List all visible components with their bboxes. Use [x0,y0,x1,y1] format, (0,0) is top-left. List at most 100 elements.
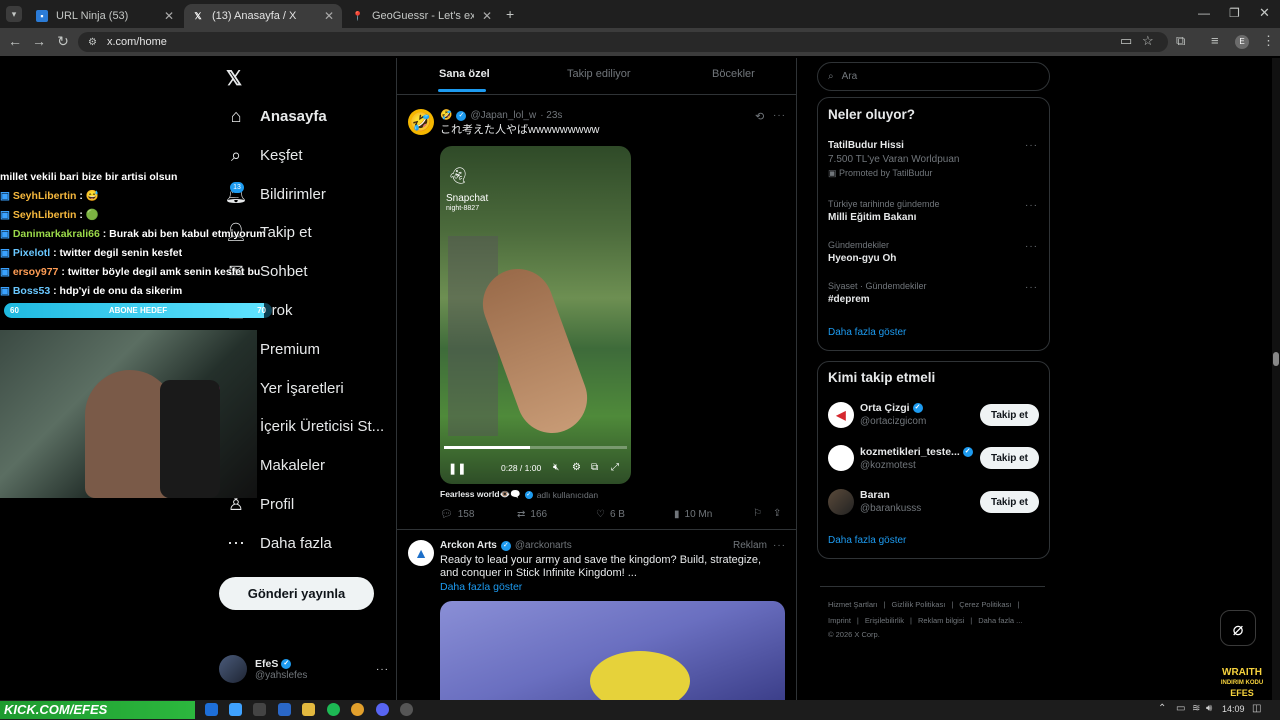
tab-geoguessr[interactable]: 📍 GeoGuessr - Let's explore the w ✕ [344,4,500,28]
trend-item[interactable]: Türkiye tarihinde gündemde Milli Eğitim … [828,199,940,223]
tweet-author-emoji[interactable]: 🤣 [440,110,452,121]
tray-chevron-icon[interactable]: ⌃ [1158,703,1166,714]
reload-icon[interactable]: ↻ [54,33,72,50]
tweet-more-icon[interactable]: ··· [773,110,786,121]
repost-button[interactable]: ⇄ 166 [517,509,547,520]
site-info-icon[interactable]: ⚙ [88,37,97,48]
show-more-link[interactable]: Daha fazla göster [440,581,522,593]
tweet-video[interactable]: 👻︎ Snapchat night-8827 ❚❚ 0:28 / 1:00 🔇︎… [440,146,631,484]
promoted-trend[interactable]: TatilBudur Hissi 7.500 TL'ye Varan World… [828,140,1038,179]
views-button[interactable]: ▮ 10 Mn [674,509,712,520]
nav-home[interactable]: ⌂ Anasayfa [226,106,327,126]
follow-button[interactable]: Takip et [980,491,1039,513]
grok-tweet-icon[interactable]: ⟲ [755,110,764,123]
follow-button[interactable]: Takip et [980,447,1039,469]
ad-image[interactable] [440,601,785,700]
tab-search-icon[interactable]: ▾ [6,6,22,22]
scrollbar-thumb[interactable] [1273,352,1279,366]
video-progress-track[interactable] [444,446,627,449]
edge-icon[interactable] [205,703,218,716]
pip-icon[interactable]: ⧉ [591,462,598,473]
bookmark-star-icon[interactable]: ☆ [1142,33,1154,49]
trend-item[interactable]: Siyaset · Gündemdekiler #deprem [828,281,927,305]
discord-icon[interactable] [376,703,389,716]
mute-icon[interactable]: 🔇︎ [553,462,559,473]
bookmark-tweet-icon[interactable]: ⚐ [753,508,762,519]
wifi-icon[interactable]: ≋ [1192,703,1200,714]
footer-link[interactable]: Reklam bilgisi [918,615,964,627]
account-menu-icon[interactable]: ··· [376,664,389,675]
notifications-icon[interactable]: ◫ [1252,703,1261,714]
follow-avatar[interactable]: ◀ [828,402,854,428]
clock[interactable]: 14:09 [1222,704,1245,714]
arckon-avatar[interactable]: ▲ [408,540,434,566]
post-button[interactable]: Gönderi yayınla [219,577,374,610]
chrome-icon[interactable] [351,703,364,716]
follow-avatar[interactable] [828,445,854,471]
footer-link[interactable]: Gizlilik Politikası [892,599,946,611]
mail-icon[interactable] [278,703,291,716]
new-tab-icon[interactable]: + [506,6,514,22]
footer-link[interactable]: Daha fazla ... [978,615,1022,627]
trend-more-icon[interactable]: ··· [1025,282,1038,293]
fullscreen-icon[interactable]: ⤢ [611,462,619,473]
footer-link[interactable]: Hizmet Şartları [828,599,878,611]
trends-show-more[interactable]: Daha fazla göster [828,327,906,338]
video-source-name[interactable]: Fearless world👁️🗨️ [440,489,521,500]
extensions-icon[interactable]: ⧉ [1176,33,1185,49]
minimize-icon[interactable]: — [1198,6,1210,20]
close-tab-icon[interactable]: ✕ [164,9,174,23]
forward-icon[interactable]: → [30,33,48,49]
account-switcher[interactable]: EfeS ✓ @yahslefes ··· [219,650,389,688]
profile-avatar[interactable]: E [1235,35,1249,49]
settings-icon[interactable]: ⚙ [572,462,581,473]
close-window-icon[interactable]: ✕ [1259,5,1270,21]
tweet-time[interactable]: · 23s [540,110,562,121]
trend-more-icon[interactable]: ··· [1025,241,1038,252]
app-icon[interactable] [229,703,242,716]
x-logo-icon[interactable]: 𝕏 [226,66,242,91]
follow-avatar[interactable] [828,489,854,515]
tab-following[interactable]: Takip ediliyor [567,68,631,80]
tab-bugs[interactable]: Böcekler [712,68,755,80]
follow-suggestion[interactable]: Orta Çizgi ✓ @ortacizgicom [860,402,926,427]
footer-link[interactable]: Erişilebilirlik [865,615,904,627]
address-bar[interactable]: ⚙ x.com/home [78,32,1168,52]
search-input[interactable]: ⌕ Ara [817,62,1050,91]
close-tab-icon[interactable]: ✕ [324,9,334,23]
obs-icon[interactable] [400,703,413,716]
reply-button[interactable]: 💬︎ 158 [440,509,474,520]
tweet-more-icon[interactable]: ··· [773,540,786,551]
footer-link[interactable]: Imprint [828,615,851,627]
tab-for-you[interactable]: Sana özel [439,68,490,80]
tweet-handle[interactable]: @arckonarts [515,540,572,551]
store-icon[interactable] [253,703,266,716]
scrollbar[interactable] [1272,58,1280,700]
close-tab-icon[interactable]: ✕ [482,9,492,23]
trend-more-icon[interactable]: ··· [1025,200,1038,211]
grok-float-icon[interactable]: ⌀ [1220,610,1256,646]
reading-list-icon[interactable]: ≡ [1211,33,1219,48]
footer-link[interactable]: Çerez Politikası [959,599,1011,611]
tweet-author-name[interactable]: Arckon Arts [440,540,497,551]
follow-suggestion[interactable]: kozmetikleri_teste... ✓ @kozmotest [860,446,973,471]
back-icon[interactable]: ← [6,33,24,49]
spotify-icon[interactable] [327,703,340,716]
follow-suggestion[interactable]: Baran @barankusss [860,489,921,514]
volume-icon[interactable]: 🔊︎ [1206,703,1212,714]
trend-item[interactable]: Gündemdekiler Hyeon-gyu Oh [828,240,896,264]
follow-button[interactable]: Takip et [980,404,1039,426]
tab-url-ninja[interactable]: ▪ URL Ninja (53) ✕ [28,4,182,28]
trend-more-icon[interactable]: ··· [1025,140,1038,151]
maximize-icon[interactable]: ❐ [1229,6,1240,20]
browser-menu-icon[interactable]: ⋮ [1262,33,1275,49]
who-to-follow-show-more[interactable]: Daha fazla göster [828,535,906,546]
cast-icon[interactable]: ▭ [1120,33,1132,49]
network-icon[interactable]: ▭ [1176,703,1185,714]
tab-x-home[interactable]: 𝕏 (13) Anasayfa / X ✕ [184,4,342,28]
tweet-avatar[interactable]: 🤣 [408,109,434,135]
nav-explore[interactable]: ⌕ Keşfet [226,145,303,165]
nav-more[interactable]: ⋯ Daha fazla [226,533,332,553]
pause-icon[interactable]: ❚❚ [448,462,466,475]
like-button[interactable]: ♡ 6 B [596,509,625,520]
